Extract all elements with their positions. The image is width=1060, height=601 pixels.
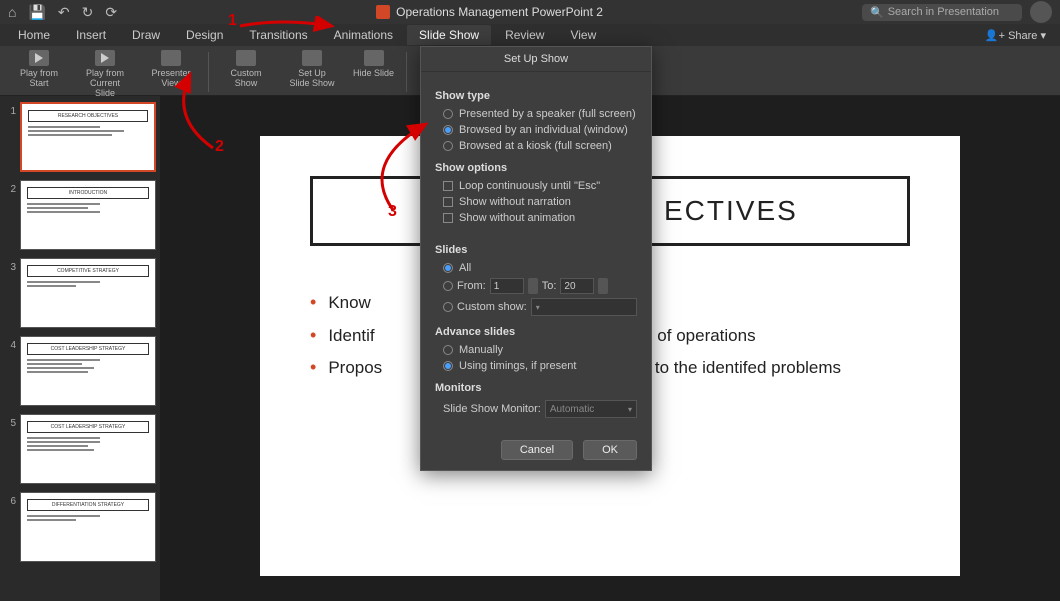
- show-type-kiosk[interactable]: Browsed at a kiosk (full screen): [435, 138, 637, 154]
- show-type-speaker[interactable]: Presented by a speaker (full screen): [435, 106, 637, 122]
- dialog-title: Set Up Show: [421, 47, 651, 72]
- slide-thumbnails: 1RESEARCH OBJECTIVES 2INTRODUCTION 3COMP…: [0, 96, 160, 601]
- from-spinner[interactable]: [528, 278, 538, 294]
- thumbnail-1[interactable]: RESEARCH OBJECTIVES: [20, 102, 156, 172]
- custom-show-radio[interactable]: [443, 302, 453, 312]
- cancel-button[interactable]: Cancel: [501, 440, 573, 460]
- thumbnail-6[interactable]: DIFFERENTIATION STRATEGY: [20, 492, 156, 562]
- tab-transitions[interactable]: Transitions: [237, 25, 319, 45]
- slides-from-radio[interactable]: [443, 281, 453, 291]
- play-from-current-button[interactable]: Play from Current Slide: [72, 50, 138, 98]
- thumbnail-4[interactable]: COST LEADERSHIP STRATEGY: [20, 336, 156, 406]
- title-bar: ⌂ 💾 ↶ ↻ ⟳ Operations Management PowerPoi…: [0, 0, 1060, 24]
- save-icon[interactable]: 💾: [28, 4, 45, 21]
- share-button[interactable]: 👤+ Share ▾: [977, 27, 1054, 44]
- avatar[interactable]: [1030, 1, 1052, 23]
- tab-design[interactable]: Design: [174, 25, 235, 45]
- custom-show-select[interactable]: [531, 298, 637, 316]
- advance-label: Advance slides: [435, 326, 637, 338]
- presenter-view-button[interactable]: Presenter View: [138, 50, 204, 88]
- advance-timings[interactable]: Using timings, if present: [435, 358, 637, 374]
- search-icon: 🔍: [870, 6, 884, 19]
- tab-slide-show[interactable]: Slide Show: [407, 25, 491, 45]
- no-animation-checkbox[interactable]: Show without animation: [435, 210, 637, 226]
- monitor-select[interactable]: Automatic: [545, 400, 637, 418]
- show-options-label: Show options: [435, 162, 637, 174]
- thumbnail-3[interactable]: COMPETITIVE STRATEGY: [20, 258, 156, 328]
- tab-draw[interactable]: Draw: [120, 25, 172, 45]
- to-input[interactable]: [560, 278, 594, 294]
- custom-show-button[interactable]: Custom Show: [213, 50, 279, 88]
- from-input[interactable]: [490, 278, 524, 294]
- tab-home[interactable]: Home: [6, 25, 62, 45]
- thumbnail-2[interactable]: INTRODUCTION: [20, 180, 156, 250]
- no-narration-checkbox[interactable]: Show without narration: [435, 194, 637, 210]
- home-icon[interactable]: ⌂: [8, 4, 16, 21]
- redo-icon[interactable]: ↻: [82, 4, 94, 21]
- ok-button[interactable]: OK: [583, 440, 637, 460]
- thumbnail-5[interactable]: COST LEADERSHIP STRATEGY: [20, 414, 156, 484]
- advance-manually[interactable]: Manually: [435, 342, 637, 358]
- ribbon-tabs: Home Insert Draw Design Transitions Anim…: [0, 24, 1060, 46]
- monitor-row-label: Slide Show Monitor:: [443, 403, 541, 415]
- tab-animations[interactable]: Animations: [322, 25, 405, 45]
- powerpoint-icon: [376, 5, 390, 19]
- undo-icon[interactable]: ↶: [58, 4, 70, 21]
- to-spinner[interactable]: [598, 278, 608, 294]
- slides-label: Slides: [435, 244, 637, 256]
- show-type-individual[interactable]: Browsed by an individual (window): [435, 122, 637, 138]
- search-input[interactable]: 🔍 Search in Presentation: [862, 4, 1022, 21]
- hide-slide-button[interactable]: Hide Slide: [345, 50, 402, 78]
- monitors-label: Monitors: [435, 382, 637, 394]
- tab-view[interactable]: View: [558, 25, 608, 45]
- slides-all-radio[interactable]: All: [435, 260, 637, 276]
- refresh-icon[interactable]: ⟳: [105, 4, 117, 21]
- document-title: Operations Management PowerPoint 2: [396, 5, 603, 19]
- play-from-start-button[interactable]: Play from Start: [6, 50, 72, 88]
- set-up-show-button[interactable]: Set Up Slide Show: [279, 50, 345, 88]
- loop-checkbox[interactable]: Loop continuously until "Esc": [435, 178, 637, 194]
- tab-insert[interactable]: Insert: [64, 25, 118, 45]
- set-up-show-dialog: Set Up Show Show type Presented by a spe…: [420, 46, 652, 471]
- tab-review[interactable]: Review: [493, 25, 556, 45]
- show-type-label: Show type: [435, 90, 637, 102]
